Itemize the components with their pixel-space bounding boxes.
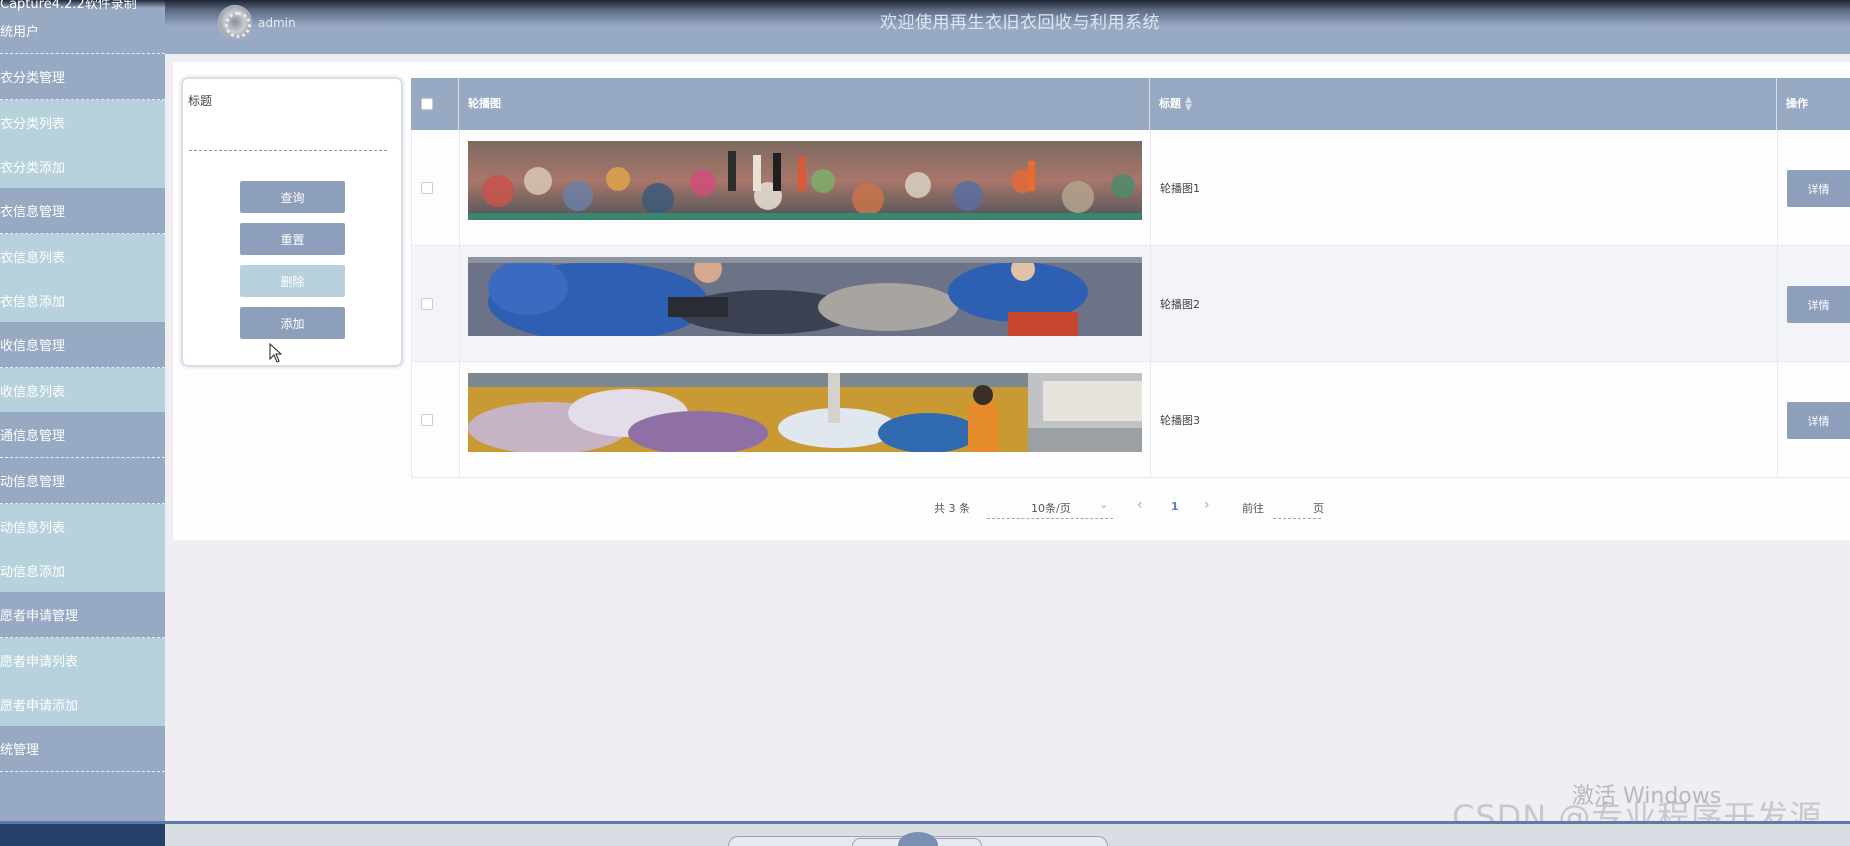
sidebar-item-label: 志愿者申请添加	[0, 698, 79, 714]
row-checkbox[interactable]	[421, 414, 433, 426]
sidebar-item[interactable]: 志愿者申请添加	[0, 682, 165, 726]
sidebar: 系统用户旧衣分类管理旧衣分类列表旧衣分类添加旧衣信息管理旧衣信息列表旧衣信息添加…	[0, 0, 165, 826]
sidebar-item[interactable]: 旧衣分类添加	[0, 144, 165, 188]
select-all-checkbox[interactable]	[421, 98, 433, 110]
top-bar: admin 欢迎使用再生衣旧衣回收与利用系统	[165, 0, 1850, 54]
sidebar-item-label: 沟通信息管理	[0, 429, 66, 444]
sidebar-item[interactable]: 活动信息列表	[0, 504, 165, 548]
page-number-current[interactable]: 1	[1171, 500, 1179, 513]
sidebar-item[interactable]: 沟通信息管理	[0, 412, 165, 458]
detail-button[interactable]: 详情	[1787, 402, 1850, 439]
reset-button[interactable]: 重置	[240, 223, 345, 255]
sidebar-item-label: 旧衣分类添加	[0, 160, 66, 176]
sidebar-item[interactable]: 旧衣分类列表	[0, 100, 165, 144]
sidebar-item[interactable]: 旧衣信息管理	[0, 188, 165, 234]
table-header: 轮播图 标题 ▲ ▼ 操作	[411, 78, 1850, 130]
sidebar-item[interactable]: 志愿者申请列表	[0, 638, 165, 682]
delete-button[interactable]: 删除	[240, 265, 345, 297]
sidebar-item[interactable]: 回收信息列表	[0, 368, 165, 412]
table-row: 轮播图3 详情	[411, 362, 1850, 478]
avatar[interactable]	[218, 5, 252, 39]
title-filter-input[interactable]	[189, 137, 387, 151]
sidebar-item[interactable]: 活动信息添加	[0, 548, 165, 592]
sidebar-item-label: 回收信息管理	[0, 339, 66, 354]
carousel-image-collection-truck	[468, 373, 1142, 452]
page-size-select[interactable]: 10条/页 ⌄	[987, 494, 1113, 519]
sidebar-item-label: 系统用户	[0, 25, 40, 40]
page-size-value: 10条/页	[1031, 502, 1071, 515]
sidebar-item[interactable]: 旧衣分类管理	[0, 54, 165, 100]
title-filter-label: 标题	[188, 94, 213, 108]
sidebar-item-label: 志愿者申请管理	[0, 609, 79, 624]
window-caption: Capture4.2.2软件录制	[0, 0, 137, 12]
sidebar-item[interactable]: 旧衣信息列表	[0, 234, 165, 278]
sidebar-item-label: 旧衣信息添加	[0, 294, 66, 310]
sidebar-item-label: 志愿者申请列表	[0, 654, 79, 670]
row-title: 轮播图1	[1160, 182, 1200, 195]
chevron-down-icon: ⌄	[1099, 498, 1109, 511]
column-header-image: 轮播图	[459, 78, 1150, 130]
select-all-header	[411, 78, 459, 130]
sidebar-item-label: 回收信息列表	[0, 384, 66, 400]
column-header-title[interactable]: 标题 ▲ ▼	[1150, 78, 1777, 130]
goto-label: 前往	[1242, 502, 1264, 515]
sidebar-item-label: 活动信息添加	[0, 564, 66, 580]
detail-button[interactable]: 详情	[1787, 170, 1850, 207]
sidebar-menu: 系统用户旧衣分类管理旧衣分类列表旧衣分类添加旧衣信息管理旧衣信息列表旧衣信息添加…	[0, 8, 165, 772]
filter-card: 标题 查询 重置 删除 添加	[182, 78, 402, 366]
site-title: 欢迎使用再生衣旧衣回收与利用系统	[880, 13, 1160, 33]
detail-button[interactable]: 详情	[1787, 286, 1850, 323]
mouse-cursor-icon	[269, 343, 283, 363]
admin-username[interactable]: admin	[258, 16, 296, 30]
sidebar-item[interactable]: 活动信息管理	[0, 458, 165, 504]
row-title: 轮播图3	[1160, 414, 1200, 427]
sidebar-item-label: 旧衣分类列表	[0, 116, 66, 132]
column-header-actions: 操作	[1786, 97, 1808, 110]
carousel-image-workers-sorting	[468, 257, 1142, 336]
sidebar-item[interactable]: 志愿者申请管理	[0, 592, 165, 638]
sidebar-item-label: 旧衣信息管理	[0, 205, 66, 220]
sidebar-item[interactable]: 旧衣信息添加	[0, 278, 165, 322]
prev-page-button[interactable]: ‹	[1137, 497, 1143, 513]
pagination-total: 共 3 条	[934, 502, 970, 515]
query-button[interactable]: 查询	[240, 181, 345, 213]
row-checkbox[interactable]	[421, 298, 433, 310]
sidebar-item-label: 活动信息管理	[0, 475, 66, 490]
sidebar-item-label: 活动信息列表	[0, 520, 66, 536]
carousel-image-clothes-pile	[468, 141, 1142, 220]
table-row: 轮播图1 详情	[411, 130, 1850, 246]
sidebar-item-label: 旧衣分类管理	[0, 71, 66, 86]
sidebar-item-label: 旧衣信息列表	[0, 250, 66, 266]
sidebar-item[interactable]: 系统用户	[0, 8, 165, 54]
table-row: 轮播图2 详情	[411, 246, 1850, 362]
page-suffix: 页	[1313, 502, 1324, 515]
sidebar-item[interactable]: 系统管理	[0, 726, 165, 772]
sidebar-item-label: 系统管理	[0, 743, 40, 758]
add-button[interactable]: 添加	[240, 307, 345, 339]
row-title: 轮播图2	[1160, 298, 1200, 311]
sort-icon[interactable]: ▲ ▼	[1185, 96, 1192, 113]
next-page-button[interactable]: ›	[1204, 497, 1210, 513]
row-checkbox[interactable]	[421, 182, 433, 194]
sidebar-item[interactable]: 回收信息管理	[0, 322, 165, 368]
